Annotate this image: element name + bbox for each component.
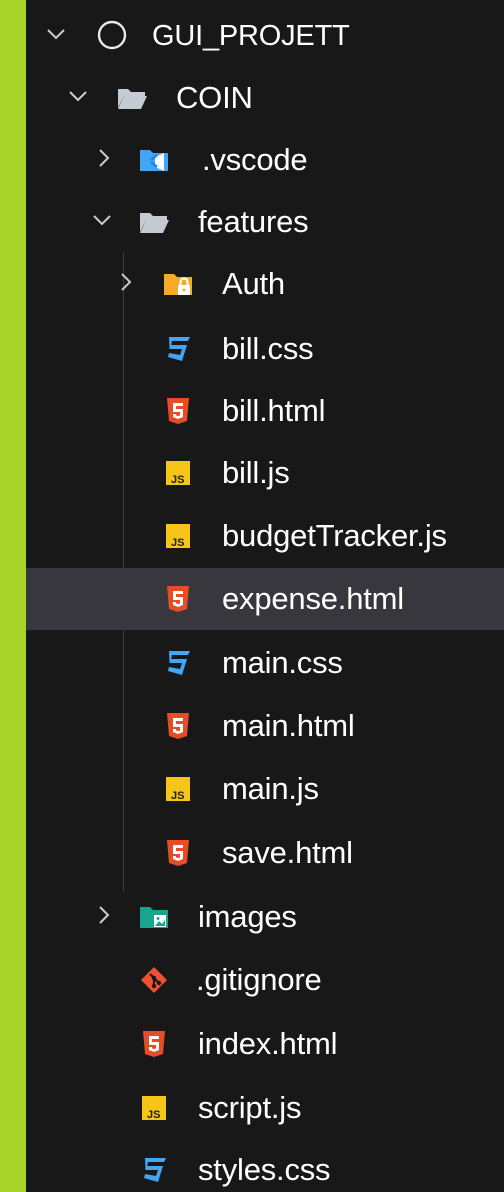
svg-text:JS: JS <box>147 1109 160 1121</box>
chevron-right-icon[interactable] <box>92 903 116 927</box>
tree-label: .gitignore <box>196 962 322 997</box>
tree-file-main-css[interactable]: main.css <box>26 632 504 694</box>
svg-text:JS: JS <box>171 474 184 486</box>
js-icon: JS <box>162 457 194 489</box>
chevron-right-icon[interactable] <box>114 270 138 294</box>
image-folder-icon <box>138 901 170 933</box>
js-icon: JS <box>138 1092 170 1124</box>
tree-file-script-js[interactable]: JS script.js <box>26 1077 504 1139</box>
tree-label: .vscode <box>202 142 308 177</box>
tree-folder-coin[interactable]: COIN <box>26 67 504 129</box>
file-explorer: GUI_PROJETT COIN .vscode features Auth b… <box>26 0 504 1192</box>
tree-file-save-html[interactable]: save.html <box>26 822 504 884</box>
tree-label: bill.js <box>222 455 290 490</box>
js-icon: JS <box>162 520 194 552</box>
lock-folder-icon <box>162 268 194 300</box>
tree-label: main.css <box>222 645 343 680</box>
tree-label: save.html <box>222 835 353 870</box>
tree-label: bill.html <box>222 393 326 428</box>
tree-label: styles.css <box>198 1152 331 1187</box>
tree-file-main-html[interactable]: main.html <box>26 695 504 757</box>
html-icon <box>162 583 194 615</box>
tree-folder-images[interactable]: images <box>26 886 504 948</box>
tree-label: COIN <box>176 80 253 115</box>
tree-label: GUI_PROJETT <box>152 20 350 52</box>
css-icon <box>162 647 194 679</box>
tree-label: features <box>198 204 309 239</box>
chevron-down-icon[interactable] <box>90 208 114 232</box>
git-icon <box>138 964 170 996</box>
vscode-folder-icon <box>138 144 170 176</box>
tree-file-gitignore[interactable]: .gitignore <box>26 949 504 1011</box>
screenshot-frame: GUI_PROJETT COIN .vscode features Auth b… <box>0 0 504 1192</box>
tree-file-bill-css[interactable]: bill.css <box>26 318 504 380</box>
chevron-down-icon[interactable] <box>66 84 90 108</box>
html-icon <box>162 837 194 869</box>
svg-text:JS: JS <box>171 790 184 802</box>
chevron-right-icon[interactable] <box>92 146 116 170</box>
tree-label: budgetTracker.js <box>222 518 447 553</box>
tree-folder-auth[interactable]: Auth <box>26 253 504 315</box>
html-icon <box>162 395 194 427</box>
tree-label: images <box>198 899 297 934</box>
tree-label: Auth <box>222 266 285 301</box>
chevron-down-icon[interactable] <box>44 22 68 46</box>
tree-file-bill-html[interactable]: bill.html <box>26 380 504 442</box>
tree-file-bill-js[interactable]: JS bill.js <box>26 442 504 504</box>
svg-text:JS: JS <box>171 537 184 549</box>
tree-label: bill.css <box>222 331 314 366</box>
tree-root-gui-projett[interactable]: GUI_PROJETT <box>26 5 504 67</box>
tree-file-styles-css[interactable]: styles.css <box>26 1139 504 1192</box>
tree-folder-features[interactable]: features <box>26 191 504 253</box>
tree-label: expense.html <box>222 581 404 616</box>
folder-open-icon <box>138 206 170 238</box>
css-icon <box>162 333 194 365</box>
tree-file-budgettracker-js[interactable]: JS budgetTracker.js <box>26 505 504 567</box>
folder-open-icon <box>116 82 148 114</box>
tree-label: index.html <box>198 1026 338 1061</box>
tree-folder-vscode[interactable]: .vscode <box>26 129 504 191</box>
js-icon: JS <box>162 773 194 805</box>
tree-label: main.js <box>222 771 319 806</box>
html-icon <box>138 1028 170 1060</box>
html-icon <box>162 710 194 742</box>
tree-file-expense-html[interactable]: expense.html <box>26 568 504 630</box>
tree-label: script.js <box>198 1090 302 1125</box>
tree-file-main-js[interactable]: JS main.js <box>26 758 504 820</box>
css-icon <box>138 1154 170 1186</box>
tree-file-index-html[interactable]: index.html <box>26 1013 504 1075</box>
circle-outline-icon <box>96 19 128 51</box>
tree-label: main.html <box>222 708 355 743</box>
